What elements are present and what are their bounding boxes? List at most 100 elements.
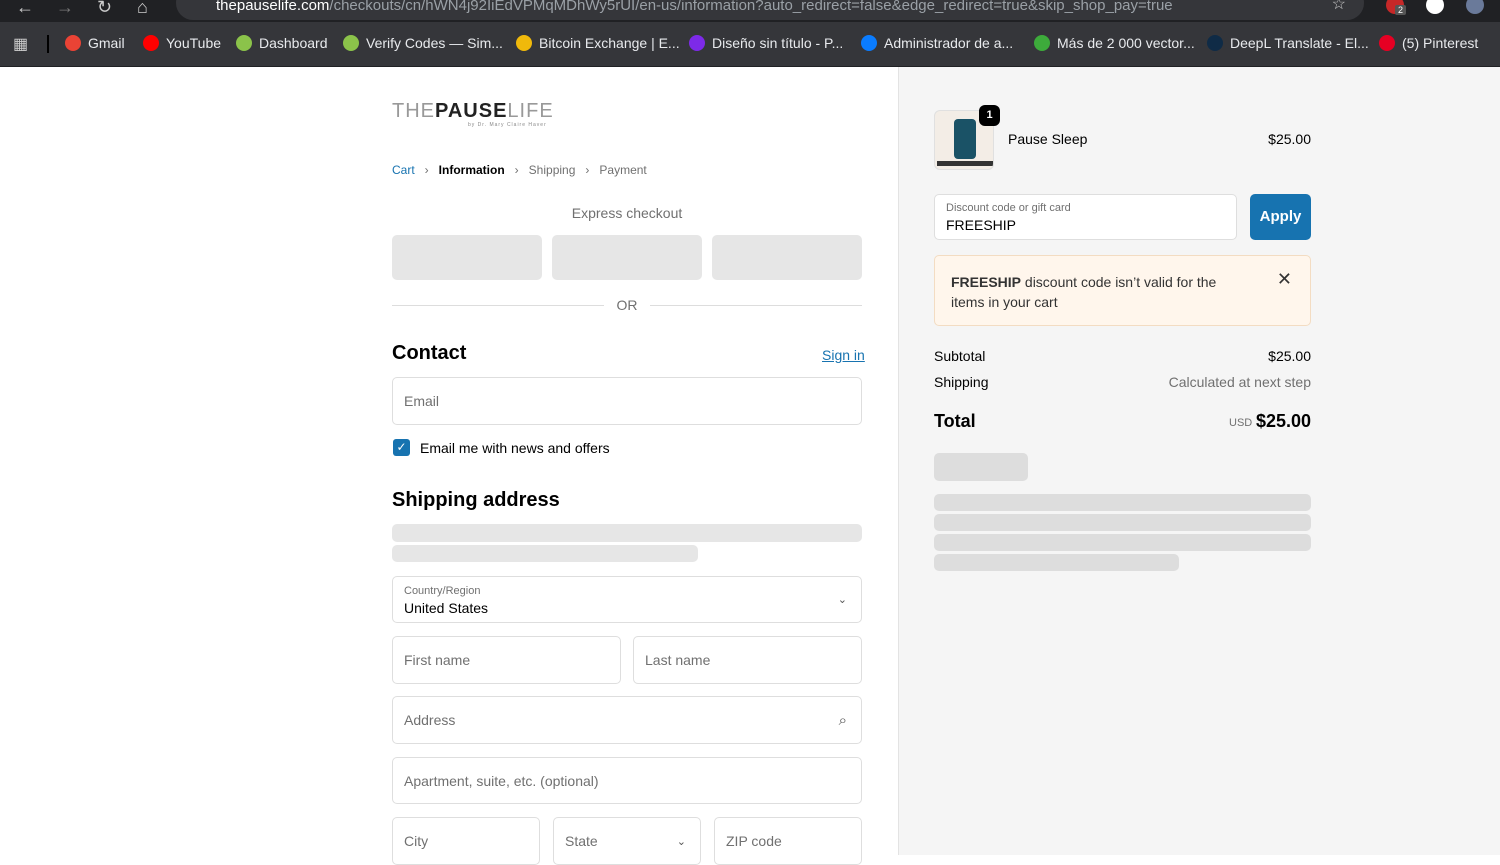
chevron-right-icon: › (585, 163, 590, 177)
discount-error-banner: FREESHIP discount code isn’t valid for t… (934, 255, 1311, 326)
error-code: FREESHIP (951, 274, 1022, 290)
total-label: Total (934, 411, 976, 431)
home-icon[interactable]: ⌂ (137, 0, 148, 18)
url-domain: thepauselife.com (216, 0, 330, 14)
product-name: Pause Sleep (1008, 131, 1088, 147)
country-value: United States (404, 600, 489, 616)
divider (47, 35, 49, 53)
profile-icon[interactable] (1466, 0, 1484, 14)
address-placeholder: Address (404, 712, 456, 728)
discount-label: Discount code or gift card (946, 202, 1071, 214)
loading-skeleton (392, 545, 698, 562)
canva-icon (689, 35, 705, 51)
bookmark-item[interactable]: (5) Pinterest (1379, 35, 1478, 51)
contact-heading: Contact (392, 342, 467, 364)
express-pay-button-1[interactable] (392, 235, 542, 280)
bookmark-item[interactable]: DeepL Translate - El... (1207, 35, 1369, 51)
bookmark-label: Dashboard (259, 35, 328, 51)
breadcrumb-information: Information (438, 163, 505, 177)
dashboard-icon (236, 35, 252, 51)
newsletter-label: Email me with news and offers (420, 440, 610, 456)
url-path: /checkouts/cn/hWN4j92IiEdVPMqMDhWy5rUI/e… (329, 0, 1173, 14)
subtotal-label: Subtotal (934, 348, 986, 364)
back-icon[interactable]: ← (16, 0, 34, 18)
star-icon[interactable]: ☆ (1332, 0, 1346, 14)
meta-icon (861, 35, 877, 51)
address-field[interactable]: Address ⌕ (392, 696, 862, 744)
bookmark-label: Más de 2 000 vector... (1057, 35, 1195, 51)
discount-code-input[interactable]: Discount code or gift card FREESHIP (934, 194, 1237, 240)
currency-code: USD (1229, 417, 1253, 429)
bookmark-item[interactable]: Dashboard (236, 35, 328, 51)
shipping-value: Calculated at next step (1168, 374, 1311, 390)
close-icon[interactable]: ✕ (1277, 269, 1292, 290)
youtube-icon (143, 35, 159, 51)
loading-skeleton (934, 514, 1311, 531)
verify-icon (343, 35, 359, 51)
bookmark-label: Bitcoin Exchange | E... (539, 35, 680, 51)
state-placeholder: State (565, 833, 598, 849)
total-value: $25.00 (1255, 411, 1311, 431)
bookmark-item[interactable]: Administrador de a... (861, 35, 1013, 51)
extension-badge: 2 (1395, 5, 1407, 15)
bookmark-item[interactable]: Verify Codes — Sim... (343, 35, 503, 51)
loading-skeleton (934, 554, 1179, 571)
binance-icon (516, 35, 532, 51)
email-field[interactable]: Email (392, 377, 862, 425)
chevron-right-icon: › (514, 163, 519, 177)
bookmark-item[interactable]: Más de 2 000 vector... (1034, 35, 1195, 51)
bookmark-label: (5) Pinterest (1402, 35, 1479, 51)
loading-skeleton (934, 453, 1028, 481)
bookmark-item[interactable]: Diseño sin título - P... (689, 35, 843, 51)
bookmark-label: DeepL Translate - El... (1230, 35, 1369, 51)
shipping-label: Shipping (934, 374, 989, 390)
forward-icon[interactable]: → (56, 0, 74, 18)
express-checkout-title: Express checkout (571, 205, 683, 221)
apply-button[interactable]: Apply (1250, 194, 1311, 240)
gmail-icon (65, 35, 81, 51)
chevron-down-icon: ⌄ (676, 835, 686, 848)
product-price: $25.00 (1268, 131, 1311, 147)
bookmarks-bar: ▦ Gmail YouTube Dashboard Verify Codes — Si… (0, 22, 1500, 67)
sign-in-link[interactable]: Sign in (822, 347, 865, 363)
bookmark-label: Diseño sin título - P... (712, 35, 844, 51)
bookmark-label: Administrador de a... (884, 35, 1014, 51)
search-icon: ⌕ (838, 711, 847, 729)
logo[interactable]: THEPAUSELIFE by Dr. Mary Claire Haver (392, 100, 554, 128)
bookmark-label: Gmail (88, 35, 125, 51)
loading-skeleton (934, 534, 1311, 551)
state-select[interactable]: State ⌄ (553, 817, 701, 865)
pinterest-icon (1379, 35, 1395, 51)
newsletter-checkbox[interactable]: ✓ (393, 439, 410, 456)
city-field[interactable]: City (392, 817, 540, 865)
extension-icon-2[interactable] (1426, 0, 1444, 14)
country-select[interactable]: Country/Region United States ⌄ (392, 576, 862, 623)
chevron-right-icon: › (424, 163, 429, 177)
express-pay-button-2[interactable] (552, 235, 702, 280)
last-name-field[interactable]: Last name (633, 636, 862, 684)
breadcrumb: Cart › Information › Shipping › Payment (392, 163, 647, 177)
bookmark-item[interactable]: YouTube (143, 35, 221, 51)
browser-toolbar: ← → ↻ ⌂ thepauselife.com/checkouts/cn/hW… (0, 0, 1500, 22)
breadcrumb-payment: Payment (599, 163, 647, 177)
discount-value: FREESHIP (946, 217, 1017, 233)
chevron-down-icon: ⌄ (837, 594, 847, 606)
country-label: Country/Region (404, 585, 481, 597)
express-pay-button-3[interactable] (712, 235, 862, 280)
breadcrumb-shipping: Shipping (528, 163, 576, 177)
deepl-icon (1207, 35, 1223, 51)
apps-icon[interactable]: ▦ (13, 34, 28, 54)
breadcrumb-cart[interactable]: Cart (392, 163, 415, 177)
loading-skeleton (934, 494, 1311, 511)
shipping-heading: Shipping address (392, 489, 560, 511)
or-divider: OR (392, 297, 862, 313)
first-name-field[interactable]: First name (392, 636, 621, 684)
apartment-field[interactable]: Apartment, suite, etc. (optional) (392, 757, 862, 804)
bookmark-item[interactable]: Bitcoin Exchange | E... (516, 35, 680, 51)
reload-icon[interactable]: ↻ (97, 0, 112, 18)
bookmark-item[interactable]: Gmail (65, 35, 125, 51)
loading-skeleton (392, 524, 862, 542)
zip-field[interactable]: ZIP code (714, 817, 862, 865)
address-bar[interactable]: thepauselife.com/checkouts/cn/hWN4j92IiE… (176, 0, 1364, 20)
bookmark-label: YouTube (166, 35, 222, 51)
